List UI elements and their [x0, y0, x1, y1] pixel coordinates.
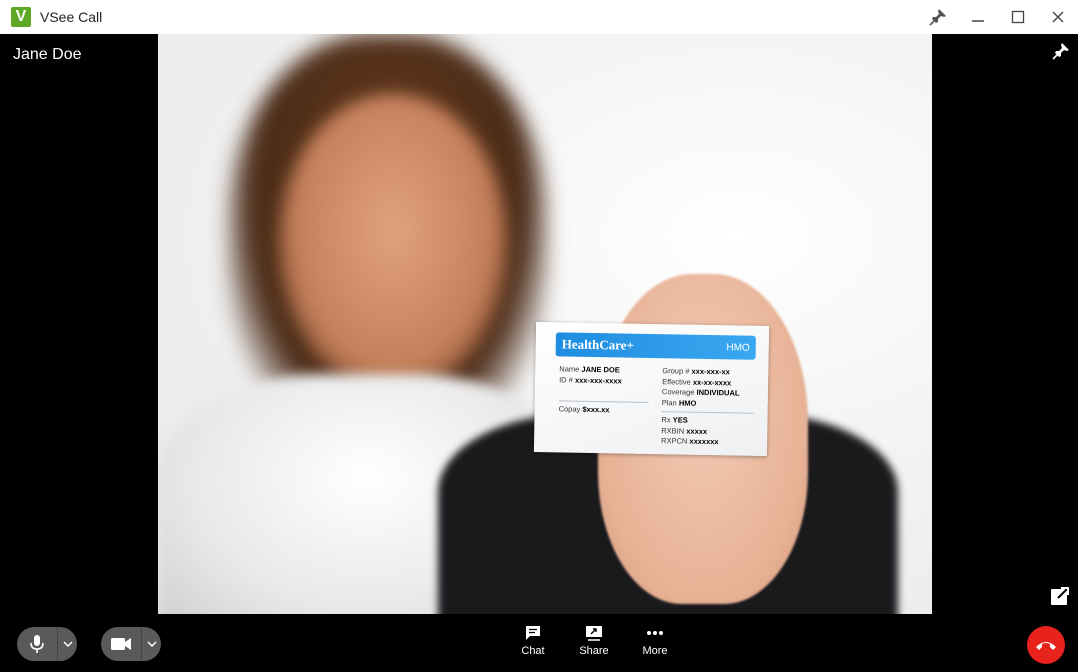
minimize-button[interactable]	[958, 0, 998, 34]
microphone-control	[17, 627, 77, 661]
window-controls	[918, 0, 1078, 34]
insurance-card: HealthCare+ HMO Name JANE DOE ID # xxx-x…	[533, 321, 770, 457]
call-toolbar: Chat Share More	[0, 614, 1078, 672]
microphone-options-dropdown[interactable]	[57, 627, 77, 661]
card-right-column: Group # xxx-xxx-xx Effective xx-xx-xxxx …	[661, 366, 754, 448]
chevron-down-icon	[62, 641, 73, 647]
popout-button[interactable]	[1050, 586, 1070, 606]
hang-up-icon	[1036, 642, 1056, 650]
chat-label: Chat	[521, 645, 545, 657]
microphone-button[interactable]	[17, 627, 57, 661]
minimize-icon	[972, 20, 984, 22]
maximize-icon	[1011, 10, 1025, 24]
camera-control	[101, 627, 161, 661]
close-button[interactable]	[1038, 0, 1078, 34]
remote-video-feed: HealthCare+ HMO Name JANE DOE ID # xxx-x…	[158, 34, 932, 614]
hang-up-button[interactable]	[1027, 626, 1065, 664]
camera-options-dropdown[interactable]	[141, 627, 161, 661]
chat-icon	[526, 626, 540, 640]
pin-video-button[interactable]	[1052, 42, 1072, 62]
popout-icon	[1051, 587, 1069, 605]
camera-icon	[111, 638, 131, 650]
more-button[interactable]: More	[630, 625, 680, 665]
card-header: HealthCare+ HMO	[555, 332, 756, 360]
card-left-column: Name JANE DOE ID # xxx-xxx-xxxx Copay $x…	[559, 364, 650, 416]
chevron-down-icon	[146, 641, 157, 647]
share-button[interactable]: Share	[569, 625, 619, 665]
share-label: Share	[579, 645, 609, 657]
microphone-icon	[30, 635, 44, 653]
card-plan-tag: HMO	[726, 341, 750, 354]
more-icon	[647, 631, 663, 635]
pin-icon	[929, 9, 946, 26]
maximize-button[interactable]	[998, 0, 1038, 34]
title-bar: V VSee Call	[0, 0, 1078, 34]
chat-button[interactable]: Chat	[508, 625, 558, 665]
close-icon	[1052, 11, 1064, 23]
pin-window-button[interactable]	[918, 0, 958, 34]
share-screen-icon	[586, 626, 602, 641]
vsee-logo-icon: V	[11, 7, 31, 27]
caller-name: Jane Doe	[13, 46, 82, 63]
pin-icon	[1052, 43, 1069, 60]
video-area: HealthCare+ HMO Name JANE DOE ID # xxx-x…	[5, 34, 1078, 614]
window-title: VSee Call	[40, 9, 103, 25]
camera-button[interactable]	[101, 627, 141, 661]
card-brand: HealthCare+	[561, 336, 635, 353]
more-label: More	[642, 645, 668, 657]
